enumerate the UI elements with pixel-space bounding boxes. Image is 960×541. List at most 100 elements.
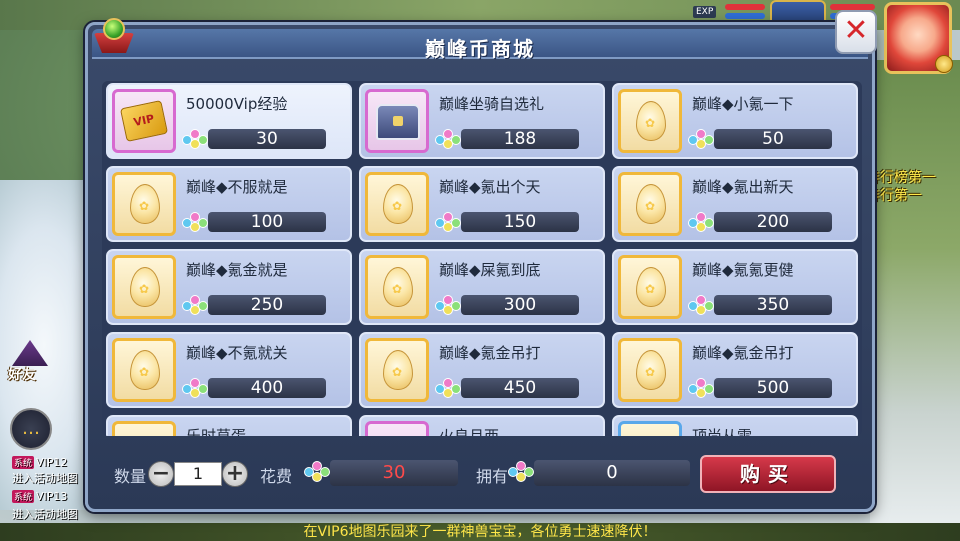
shop-item[interactable]: 巅峰坐骑自选礼 188 (359, 83, 605, 159)
shop-dialog: 巅峰币商城 VIP 50000Vip经验 30 巅峰坐骑自选礼 188 ✿ 巅峰◆小氪一下 5… (85, 18, 875, 512)
price-bar: 350 (714, 295, 832, 315)
item-price: 400 (250, 378, 284, 398)
system-marquee: 在VIP6地图乐园来了一群神兽宝宝，各位勇士速速降伏！ (0, 523, 960, 541)
hp-bar (725, 4, 765, 10)
egg-icon: ✿ (618, 172, 682, 236)
item-name: 巅峰◆不氪就关 (186, 344, 288, 362)
treasure-chest-icon (365, 89, 429, 153)
item-price: 188 (503, 129, 537, 149)
price-bar: 100 (208, 212, 326, 232)
egg-icon: ✿ (365, 255, 429, 319)
item-name: 火良月西 (439, 427, 500, 436)
item-name: 顶尚从雷 (692, 427, 753, 436)
coin-icon[interactable] (935, 55, 953, 73)
currency-gems-icon (435, 293, 463, 315)
shop-item[interactable]: ✿ 巅峰◆小氪一下 50 (612, 83, 858, 159)
purchase-bar: 数量 − 1 + 花费 30 拥有 0 购买 (102, 445, 862, 503)
buy-button[interactable]: 购买 (700, 455, 836, 493)
item-name: 巅峰◆屎氪到底 (439, 261, 541, 279)
currency-gems-icon (182, 293, 210, 315)
friend-button[interactable]: 好友 (4, 340, 56, 386)
item-name: 巅峰◆不服就是 (186, 178, 288, 196)
cost-value: 30 (330, 460, 458, 486)
shop-item[interactable]: ✿ 巅峰◆氪氪更健 350 (612, 249, 858, 325)
item-price: 300 (503, 295, 537, 315)
price-bar: 188 (461, 129, 579, 149)
chat-line: 系统 VIP13 (12, 490, 67, 503)
price-bar: 500 (714, 378, 832, 398)
price-bar: 450 (461, 378, 579, 398)
quantity-field[interactable]: 1 (174, 462, 222, 486)
quantity-plus-button[interactable]: + (222, 461, 248, 487)
item-name: 巅峰◆氪出新天 (692, 178, 794, 196)
item-grid[interactable]: VIP 50000Vip经验 30 巅峰坐骑自选礼 188 ✿ 巅峰◆小氪一下 50 ✿ 巅峰◆不… (102, 81, 862, 436)
friend-label: 好友 (8, 367, 36, 383)
shop-item[interactable]: ✿ 巅峰◆屎氪到底 300 (359, 249, 605, 325)
shop-item[interactable]: ✿ 巅峰◆氪出个天 150 (359, 166, 605, 242)
item-price: 350 (756, 295, 790, 315)
price-bar: 200 (714, 212, 832, 232)
item-price: 250 (250, 295, 284, 315)
item-name: 巅峰◆氪出个天 (439, 178, 541, 196)
currency-gems-icon (688, 376, 716, 398)
exp-label: EXP (693, 6, 717, 18)
shop-item-partial[interactable]: 顶尚从雷 (612, 415, 858, 436)
egg-icon: ✿ (618, 338, 682, 402)
shop-item[interactable]: VIP 50000Vip经验 30 (106, 83, 352, 159)
price-bar: 50 (714, 129, 832, 149)
chat-text: 进入活动地图 (12, 508, 78, 521)
vip-card-icon: VIP (112, 89, 176, 153)
title-bar: 巅峰币商城 (92, 29, 868, 61)
shop-item[interactable]: ✿ 巅峰◆不服就是 100 (106, 166, 352, 242)
friend-hat-icon (12, 340, 48, 366)
currency-gems-icon (182, 210, 210, 232)
shop-item[interactable]: ✿ 巅峰◆氪出新天 200 (612, 166, 858, 242)
currency-gems-icon (688, 127, 716, 149)
item-icon (618, 421, 682, 436)
egg-icon: ✿ (618, 89, 682, 153)
cost-label: 花费 (260, 467, 293, 486)
shop-item[interactable]: ✿ 巅峰◆氪金吊打 500 (612, 332, 858, 408)
chat-text: VIP12 (36, 456, 68, 469)
chat-line: 进入活动地图 (12, 470, 78, 486)
currency-gems-icon (435, 376, 463, 398)
currency-gems-icon (435, 210, 463, 232)
price-bar: 250 (208, 295, 326, 315)
game-scene-right (870, 60, 960, 530)
mp-bar (725, 13, 765, 19)
currency-gems-icon (182, 127, 210, 149)
item-name: 乐时草蛋 (186, 427, 247, 436)
quantity-minus-button[interactable]: − (148, 461, 174, 487)
close-icon[interactable]: ✕ (835, 10, 877, 54)
item-name: 巅峰坐骑自选礼 (439, 95, 545, 113)
price-bar: 400 (208, 378, 326, 398)
owned-label: 拥有 (476, 467, 509, 486)
item-name: 巅峰◆氪氪更健 (692, 261, 794, 279)
egg-icon: ✿ (112, 172, 176, 236)
chat-bubble-icon[interactable]: … (10, 408, 52, 450)
item-icon (365, 421, 429, 436)
currency-gems-icon (688, 210, 716, 232)
egg-icon: ✿ (365, 338, 429, 402)
shop-item[interactable]: ✿ 巅峰◆不氪就关 400 (106, 332, 352, 408)
shop-item-partial[interactable]: 乐时草蛋 (106, 415, 352, 436)
currency-gems-icon (182, 376, 210, 398)
item-price: 450 (503, 378, 537, 398)
item-price: 30 (256, 129, 278, 149)
chat-line: 系统 VIP12 (12, 456, 67, 469)
item-name: 巅峰◆氪金吊打 (692, 344, 794, 362)
shop-item[interactable]: ✿ 巅峰◆氪金就是 250 (106, 249, 352, 325)
item-price: 200 (756, 212, 790, 232)
rank-text-1: 排行榜第一 (866, 170, 936, 186)
chat-tag: 系统 (12, 490, 35, 503)
item-price: 100 (250, 212, 284, 232)
shop-item-partial[interactable]: 火良月西 (359, 415, 605, 436)
item-icon (112, 421, 176, 436)
corner-gem-icon (94, 15, 134, 55)
price-bar: 300 (461, 295, 579, 315)
item-name: 巅峰◆氪金吊打 (439, 344, 541, 362)
item-price: 500 (756, 378, 790, 398)
shop-item[interactable]: ✿ 巅峰◆氪金吊打 450 (359, 332, 605, 408)
item-price: 150 (503, 212, 537, 232)
chat-text: 进入活动地图 (12, 472, 78, 485)
